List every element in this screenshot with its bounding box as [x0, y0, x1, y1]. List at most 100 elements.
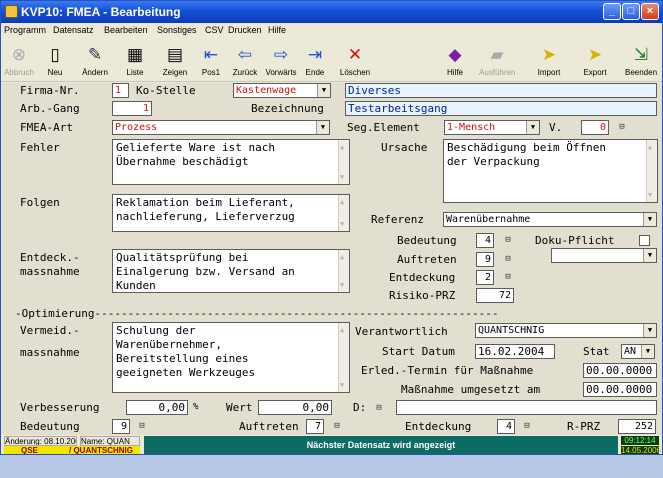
- doku-pflicht-checkbox[interactable]: [639, 235, 650, 246]
- verbesserung-input[interactable]: 0,00: [126, 400, 188, 415]
- start-datum-input[interactable]: 16.02.2004: [475, 344, 555, 359]
- notes-icon[interactable]: ⊟: [136, 420, 148, 432]
- zeigen-button[interactable]: ▤ Zeigen: [157, 42, 193, 80]
- wert-label: Wert: [226, 401, 253, 414]
- pos1-button[interactable]: ⇤ Pos1: [193, 42, 229, 80]
- r-prz-value: 252: [618, 419, 656, 434]
- beenden-button[interactable]: ⇲ Beenden: [623, 42, 659, 80]
- title-bar[interactable]: KVP10: FMEA - Bearbeitung _ □ ×: [1, 1, 662, 23]
- wert-input[interactable]: 0,00: [258, 400, 332, 415]
- entdeckung2-input[interactable]: 4: [497, 419, 515, 434]
- folgen-label: Folgen: [20, 196, 60, 209]
- scrollbar[interactable]: [338, 140, 349, 184]
- minimize-button[interactable]: _: [603, 3, 621, 20]
- liste-button[interactable]: ▦ Liste: [117, 42, 153, 80]
- menu-programm[interactable]: Programm: [4, 25, 46, 35]
- bedeutung2-input[interactable]: 9: [112, 419, 130, 434]
- zurueck-button[interactable]: ⇦ Zurück: [227, 42, 263, 80]
- v-label: V.: [549, 121, 563, 134]
- fehler-textarea[interactable]: Gelieferte Ware ist nach Übernahme besch…: [112, 139, 350, 185]
- stat-select[interactable]: AN ▼: [621, 344, 655, 359]
- new-document-icon: ▯: [50, 45, 60, 64]
- fehler-label: Fehler: [20, 141, 60, 154]
- d-input[interactable]: [396, 400, 657, 415]
- referenz-select[interactable]: Warenübernahme ▼: [443, 212, 657, 227]
- chevron-down-icon[interactable]: ▼: [641, 345, 654, 358]
- menu-csv[interactable]: CSV: [205, 25, 224, 35]
- notes-icon[interactable]: ⊟: [502, 253, 514, 265]
- status-bar: Änderung: 08.10.2004 Name: QUAN QSE / QU…: [1, 435, 662, 454]
- menu-sonstiges[interactable]: Sonstiges: [157, 25, 197, 35]
- vorwaerts-button[interactable]: ⇨ Vorwärts: [263, 42, 299, 80]
- vermeid-textarea[interactable]: Schulung der Warenübernehmer, Bereitstel…: [112, 322, 350, 393]
- umgesetzt-input[interactable]: 00.00.0000: [583, 382, 657, 397]
- aendern-button[interactable]: ✎ Ändern: [77, 42, 113, 80]
- ursache-label: Ursache: [381, 141, 428, 154]
- auftreten-input[interactable]: 9: [476, 252, 494, 267]
- entdeckung-input[interactable]: 2: [476, 270, 494, 285]
- auftreten2-input[interactable]: 7: [306, 419, 324, 434]
- chevron-down-icon[interactable]: ▼: [643, 324, 656, 337]
- loeschen-button[interactable]: ✕ Löschen: [337, 42, 373, 80]
- entdeck-textarea[interactable]: Qualitätsprüfung bei Einalgerung bzw. Ve…: [112, 249, 350, 293]
- stat-label: Stat: [583, 345, 610, 358]
- close-button[interactable]: ×: [641, 3, 659, 20]
- notes-icon[interactable]: ⊟: [521, 420, 533, 432]
- notes-icon[interactable]: ⊟: [616, 121, 628, 133]
- kostelle-label: Ko-Stelle: [136, 84, 196, 97]
- arbgang-input[interactable]: 1: [112, 101, 152, 116]
- desktop-background: [0, 455, 663, 478]
- kostelle-select[interactable]: Kastenwage ▼: [233, 83, 331, 98]
- last-icon: ⇥: [307, 45, 323, 64]
- ende-button[interactable]: ⇥ Ende: [297, 42, 333, 80]
- doku-select[interactable]: ▼: [551, 248, 657, 263]
- notes-icon[interactable]: ⊟: [373, 402, 385, 414]
- ursache-textarea[interactable]: Beschädigung beim Öffnen der Verpackung: [443, 139, 658, 203]
- chevron-down-icon[interactable]: ▼: [316, 121, 329, 134]
- scrollbar[interactable]: [338, 323, 349, 392]
- firma-input[interactable]: 1: [112, 83, 129, 98]
- back-icon: ⇦: [237, 45, 253, 64]
- arbgang-label: Arb.-Gang: [20, 102, 80, 115]
- scrollbar[interactable]: [338, 250, 349, 292]
- notes-icon[interactable]: ⊟: [331, 420, 343, 432]
- menu-hilfe[interactable]: Hilfe: [268, 25, 286, 35]
- scrollbar[interactable]: [338, 195, 349, 231]
- verantwortlich-select[interactable]: QUANTSCHNIG ▼: [475, 323, 657, 338]
- v-input[interactable]: 0: [581, 120, 609, 135]
- app-icon: [5, 5, 18, 18]
- bezeichnung-input[interactable]: Testarbeitsgang: [345, 101, 657, 116]
- neu-button[interactable]: ▯ Neu: [37, 42, 73, 80]
- fmea-art-select[interactable]: Prozess ▼: [112, 120, 330, 135]
- notes-icon[interactable]: ⊟: [502, 271, 514, 283]
- chevron-down-icon[interactable]: ▼: [643, 213, 656, 226]
- abbruch-button[interactable]: ⊗ Abbruch: [1, 42, 37, 80]
- menu-drucken[interactable]: Drucken: [228, 25, 262, 35]
- chevron-down-icon[interactable]: ▼: [526, 121, 539, 134]
- erled-termin-input[interactable]: 00.00.0000: [583, 363, 657, 378]
- bedeutung-input[interactable]: 4: [476, 233, 494, 248]
- risiko-value: 72: [476, 288, 514, 303]
- percent-label: %: [193, 402, 199, 412]
- menu-bearbeiten[interactable]: Bearbeiten: [104, 25, 148, 35]
- seg-element-label: Seg.Element: [347, 121, 420, 134]
- verantwortlich-label: Verantwortlich: [355, 325, 448, 338]
- ausfuehren-button[interactable]: ▰ Ausführen: [479, 42, 515, 80]
- hilfe-button[interactable]: ◆ Hilfe: [437, 42, 473, 80]
- export-button[interactable]: ➤ Export: [577, 42, 613, 80]
- chevron-down-icon[interactable]: ▼: [643, 249, 656, 262]
- aenderung-text: Änderung: 08.10.2004: [4, 436, 77, 446]
- notes-icon[interactable]: ⊟: [502, 234, 514, 246]
- scrollbar[interactable]: [646, 140, 657, 202]
- maximize-button[interactable]: □: [622, 3, 640, 20]
- seg-element-select[interactable]: 1-Mensch ▼: [444, 120, 540, 135]
- import-button[interactable]: ➤ Import: [531, 42, 567, 80]
- chevron-down-icon[interactable]: ▼: [317, 84, 330, 97]
- help-book-icon: ◆: [448, 45, 462, 64]
- entdeck-label-1: Entdeck.-: [20, 251, 80, 264]
- folgen-textarea[interactable]: Reklamation beim Lieferant, nachlieferun…: [112, 194, 350, 232]
- toolbar: ⊗ Abbruch ▯ Neu ✎ Ändern ▦ Liste ▤ Zeigen ⇤ Po…: [1, 40, 662, 82]
- menu-datensatz[interactable]: Datensatz: [53, 25, 94, 35]
- fmea-art-label: FMEA-Art: [20, 121, 73, 134]
- doku-pflicht-label: Doku-Pflicht: [535, 234, 615, 247]
